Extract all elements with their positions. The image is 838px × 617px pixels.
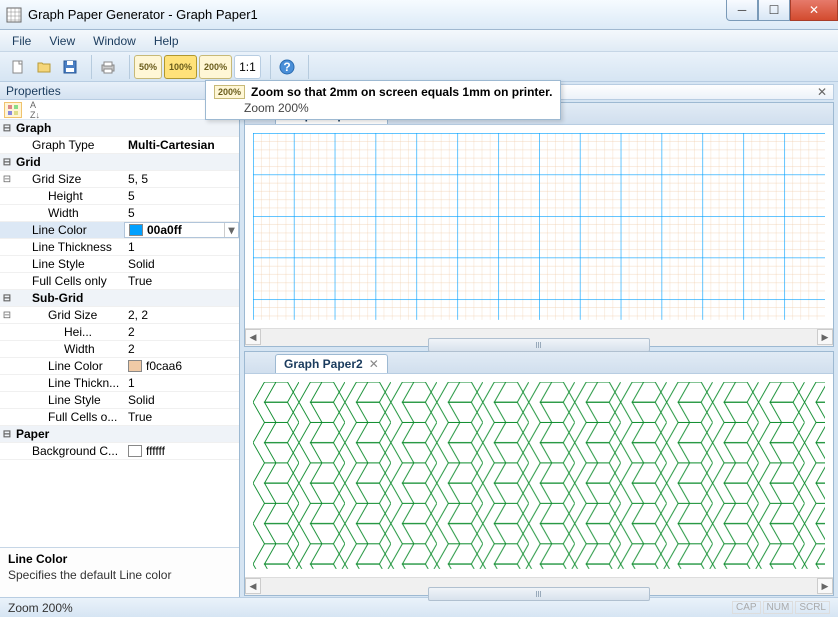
toolbar-separator (124, 55, 130, 79)
app-icon (6, 7, 22, 23)
status-bar: Zoom 200% CAP NUM SCRL (0, 597, 838, 617)
prop-line-style[interactable]: Line StyleSolid (0, 256, 239, 273)
properties-header: Properties (0, 82, 239, 100)
collapse-icon[interactable]: ⊟ (0, 310, 14, 321)
close-button[interactable]: ✕ (790, 0, 838, 21)
prop-sub-line-thickness[interactable]: Line Thickn...1 (0, 375, 239, 392)
zoom-tooltip: 200% Zoom so that 2mm on screen equals 1… (205, 80, 561, 120)
zoom-200-button[interactable]: 200% (199, 55, 232, 79)
cartesian-grid (253, 133, 825, 320)
collapse-icon[interactable]: ⊟ (0, 157, 14, 168)
save-button[interactable] (58, 55, 82, 79)
num-indicator: NUM (763, 601, 794, 614)
alphabetical-button[interactable]: AZ↓ (26, 102, 44, 118)
zoom-100-button[interactable]: 100% (164, 55, 197, 79)
help-button[interactable]: ? (275, 55, 299, 79)
canvas-1[interactable] (245, 125, 833, 328)
prop-sub-width[interactable]: Width2 (0, 341, 239, 358)
prop-sub-line-style[interactable]: Line StyleSolid (0, 392, 239, 409)
title-bar: Graph Paper Generator - Graph Paper1 ─ ☐… (0, 0, 838, 30)
print-button[interactable] (96, 55, 120, 79)
properties-help: Line Color Specifies the default Line co… (0, 547, 239, 597)
toolbar-separator (303, 55, 309, 79)
prop-grid-width[interactable]: Width5 (0, 205, 239, 222)
prop-sub-full-cells[interactable]: Full Cells o...True (0, 409, 239, 426)
toolbar-separator (265, 55, 271, 79)
close-tab-icon[interactable]: ✕ (369, 357, 379, 371)
tooltip-badge: 200% (214, 85, 245, 99)
section-subgrid[interactable]: ⊟Sub-Grid (0, 290, 239, 307)
canvas-2[interactable] (245, 374, 833, 577)
help-description: Specifies the default Line color (8, 568, 231, 582)
zoom-50-button[interactable]: 50% (134, 55, 162, 79)
scroll-right-icon[interactable]: ▶ (817, 578, 833, 594)
status-indicators: CAP NUM SCRL (732, 601, 830, 614)
documents-container: Graph Paper1✕ (244, 102, 834, 596)
properties-toolbar: AZ↓ (0, 100, 239, 120)
document-area: ...tomise the graph in the Properties do… (240, 82, 838, 597)
close-info-button[interactable]: ✕ (817, 85, 827, 99)
window-title: Graph Paper Generator - Graph Paper1 (28, 7, 258, 22)
menu-help[interactable]: Help (146, 32, 187, 50)
color-swatch (129, 224, 143, 236)
toolbar-separator (86, 55, 92, 79)
horizontal-scrollbar-1[interactable]: ◀ ▶ (245, 328, 833, 346)
status-text: Zoom 200% (8, 601, 73, 615)
scroll-right-icon[interactable]: ▶ (817, 329, 833, 345)
scrl-indicator: SCRL (795, 601, 830, 614)
tooltip-subtitle: Zoom 200% (214, 101, 552, 115)
menu-window[interactable]: Window (85, 32, 144, 50)
document-frame-2: Graph Paper2✕ (244, 351, 834, 596)
open-button[interactable] (32, 55, 56, 79)
properties-panel: Properties AZ↓ ⊟Graph Graph TypeMulti-Ca… (0, 82, 240, 597)
color-swatch (128, 360, 142, 372)
window-controls: ─ ☐ ✕ (726, 0, 838, 21)
menu-bar: File View Window Help (0, 30, 838, 52)
zoom-ratio-button[interactable]: 1:1 (234, 55, 261, 79)
toolbar: 50% 100% 200% 1:1 ? (0, 52, 838, 82)
prop-full-cells[interactable]: Full Cells onlyTrue (0, 273, 239, 290)
svg-text:?: ? (283, 60, 290, 74)
dropdown-arrow-icon[interactable]: ▾ (224, 223, 238, 237)
help-name: Line Color (8, 552, 231, 566)
menu-file[interactable]: File (4, 32, 39, 50)
prop-grid-height[interactable]: Height5 (0, 188, 239, 205)
prop-line-color[interactable]: Line Color00a0ff▾ (0, 222, 239, 239)
prop-line-thickness[interactable]: Line Thickness1 (0, 239, 239, 256)
section-graph[interactable]: ⊟Graph (0, 120, 239, 137)
scroll-thumb[interactable] (428, 587, 650, 601)
minimize-button[interactable]: ─ (726, 0, 758, 21)
tab-graph-paper2[interactable]: Graph Paper2✕ (275, 354, 388, 373)
maximize-button[interactable]: ☐ (758, 0, 790, 21)
color-swatch (128, 445, 142, 457)
scroll-left-icon[interactable]: ◀ (245, 578, 261, 594)
new-button[interactable] (6, 55, 30, 79)
section-grid[interactable]: ⊟Grid (0, 154, 239, 171)
prop-sub-line-color[interactable]: Line Colorf0caa6 (0, 358, 239, 375)
prop-sub-grid-size[interactable]: ⊟Grid Size2, 2 (0, 307, 239, 324)
tooltip-title: Zoom so that 2mm on screen equals 1mm on… (251, 85, 552, 99)
collapse-icon[interactable]: ⊟ (0, 293, 14, 304)
document-frame-1: Graph Paper1✕ (244, 102, 834, 347)
prop-sub-height[interactable]: Hei...2 (0, 324, 239, 341)
scroll-left-icon[interactable]: ◀ (245, 329, 261, 345)
menu-view[interactable]: View (41, 32, 83, 50)
hexagonal-grid (253, 382, 825, 569)
collapse-icon[interactable]: ⊟ (0, 429, 14, 440)
prop-graph-type[interactable]: Graph TypeMulti-Cartesian (0, 137, 239, 154)
cap-indicator: CAP (732, 601, 761, 614)
tab-row-2: Graph Paper2✕ (245, 352, 833, 374)
properties-title: Properties (6, 84, 61, 98)
horizontal-scrollbar-2[interactable]: ◀ ▶ (245, 577, 833, 595)
collapse-icon[interactable]: ⊟ (0, 174, 14, 185)
prop-bg-color[interactable]: Background C...ffffff (0, 443, 239, 460)
properties-grid: ⊟Graph Graph TypeMulti-Cartesian ⊟Grid ⊟… (0, 120, 239, 547)
categorized-button[interactable] (4, 102, 22, 118)
section-paper[interactable]: ⊟Paper (0, 426, 239, 443)
main-area: Properties AZ↓ ⊟Graph Graph TypeMulti-Ca… (0, 82, 838, 597)
scroll-thumb[interactable] (428, 338, 650, 352)
prop-grid-size[interactable]: ⊟Grid Size5, 5 (0, 171, 239, 188)
collapse-icon[interactable]: ⊟ (0, 123, 14, 134)
